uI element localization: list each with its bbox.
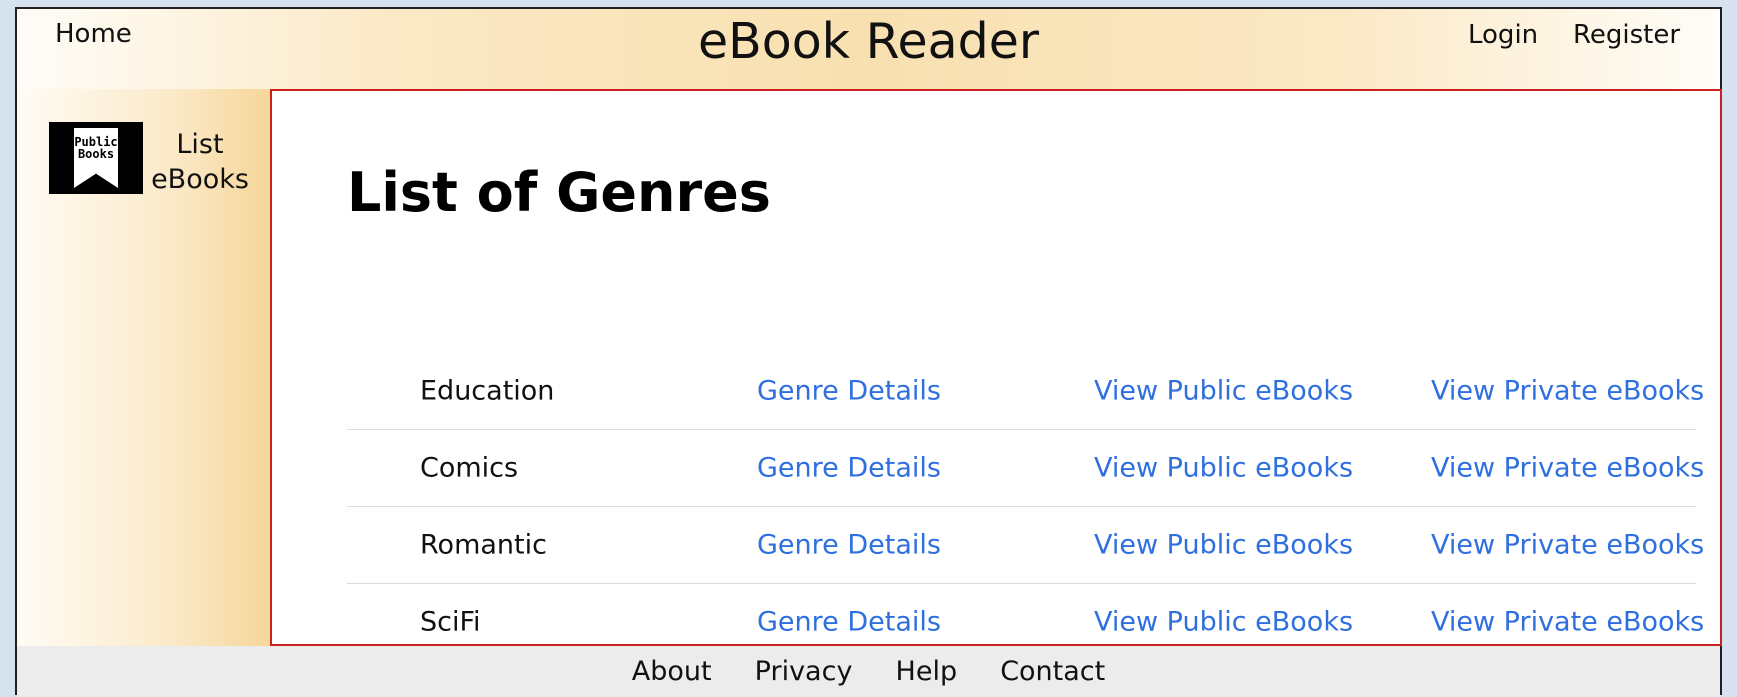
genre-name: Comics <box>420 452 519 484</box>
public-books-logo-icon: Public Books <box>49 122 143 194</box>
logo-text-line2: Books <box>77 147 115 161</box>
privacy-link[interactable]: Privacy <box>755 656 853 687</box>
browser-page: Home eBook Reader Login Register Public … <box>15 7 1722 697</box>
genre-name: Romantic <box>420 529 547 561</box>
genre-details-link[interactable]: Genre Details <box>757 453 941 484</box>
view-private-ebooks-link[interactable]: View Private eBooks <box>1431 530 1704 561</box>
site-header: Home eBook Reader Login Register <box>17 9 1720 89</box>
view-private-ebooks-link[interactable]: View Private eBooks <box>1431 607 1704 638</box>
view-public-ebooks-link[interactable]: View Public eBooks <box>1094 607 1353 638</box>
site-title: eBook Reader <box>697 13 1040 70</box>
main-content: List of Genres Education Genre Details V… <box>270 89 1722 661</box>
view-public-ebooks-link[interactable]: View Public eBooks <box>1094 453 1353 484</box>
table-row: Education Genre Details View Public eBoo… <box>347 353 1704 430</box>
genre-name: Education <box>420 375 555 407</box>
login-link[interactable]: Login <box>1468 20 1538 50</box>
view-private-ebooks-link[interactable]: View Private eBooks <box>1431 376 1704 407</box>
list-ebooks-line1: List <box>176 129 224 160</box>
genre-table: Education Genre Details View Public eBoo… <box>347 353 1704 661</box>
table-row: Romantic Genre Details View Public eBook… <box>347 507 1704 584</box>
view-private-ebooks-link[interactable]: View Private eBooks <box>1431 453 1704 484</box>
contact-link[interactable]: Contact <box>1000 656 1105 687</box>
help-link[interactable]: Help <box>896 656 958 687</box>
genre-details-link[interactable]: Genre Details <box>757 607 941 638</box>
footer-links: About Privacy Help Contact <box>17 656 1720 687</box>
page-title: List of Genres <box>347 161 771 224</box>
genre-details-link[interactable]: Genre Details <box>757 530 941 561</box>
view-public-ebooks-link[interactable]: View Public eBooks <box>1094 376 1353 407</box>
list-ebooks-link[interactable]: List eBooks <box>150 127 250 197</box>
table-row: Comics Genre Details View Public eBooks … <box>347 430 1704 507</box>
genre-name: SciFi <box>420 606 481 638</box>
genre-details-link[interactable]: Genre Details <box>757 376 941 407</box>
site-footer: About Privacy Help Contact <box>17 646 1720 697</box>
view-public-ebooks-link[interactable]: View Public eBooks <box>1094 530 1353 561</box>
sidebar: Public Books List eBooks <box>17 89 270 646</box>
about-link[interactable]: About <box>632 656 712 687</box>
register-link[interactable]: Register <box>1573 20 1680 50</box>
list-ebooks-line2: eBooks <box>151 164 249 195</box>
bookmark-shape: Public Books <box>74 128 118 188</box>
